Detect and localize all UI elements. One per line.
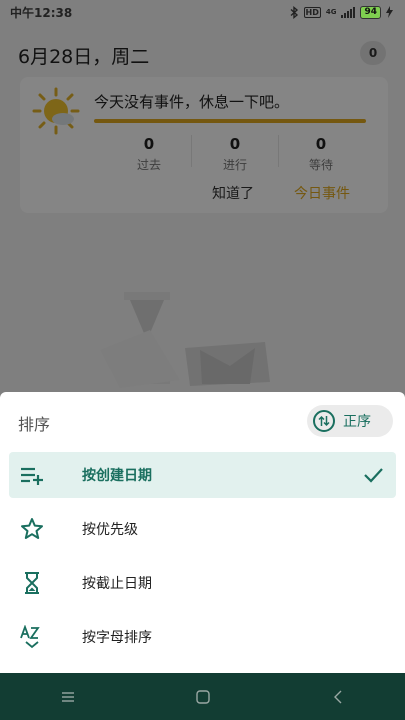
sort-bottom-sheet: 排序 正序 按创建日期 按优先级 按截止日期 按字母排序 xyxy=(0,392,405,673)
sheet-title: 排序 xyxy=(18,415,51,434)
playlist-add-icon xyxy=(21,467,43,485)
swap-vertical-icon xyxy=(313,410,335,432)
status-icons: HD 4G 94 xyxy=(290,5,393,19)
sort-alphabetical-icon xyxy=(20,625,40,649)
sort-option-priority[interactable]: 按优先级 xyxy=(9,506,396,552)
sort-option-label: 按截止日期 xyxy=(82,576,152,592)
sort-order-toggle[interactable]: 正序 xyxy=(307,405,393,437)
system-navigation-bar xyxy=(0,673,405,720)
network-label: 4G xyxy=(325,8,337,16)
battery-indicator: 94 xyxy=(360,5,381,19)
sort-order-label: 正序 xyxy=(343,414,371,430)
home-square-icon[interactable] xyxy=(183,682,223,712)
back-icon[interactable] xyxy=(318,682,358,712)
sort-option-created-date[interactable]: 按创建日期 xyxy=(9,452,396,498)
status-time: 中午12:38 xyxy=(10,5,73,20)
sort-option-alphabetical[interactable]: 按字母排序 xyxy=(9,614,396,660)
status-bar: 中午12:38 HD 4G 94 xyxy=(0,0,405,24)
sort-option-deadline[interactable]: 按截止日期 xyxy=(9,560,396,606)
bluetooth-icon xyxy=(290,5,298,19)
check-icon xyxy=(364,468,383,483)
signal-icon xyxy=(341,6,356,18)
sort-option-label: 按优先级 xyxy=(82,522,138,538)
sort-option-label: 按创建日期 xyxy=(82,468,152,484)
menu-icon[interactable] xyxy=(48,682,88,712)
star-outline-icon xyxy=(21,518,43,539)
charging-icon xyxy=(386,6,393,18)
sort-option-label: 按字母排序 xyxy=(82,630,152,646)
hd-badge: HD xyxy=(303,6,321,18)
hourglass-icon xyxy=(25,572,39,594)
